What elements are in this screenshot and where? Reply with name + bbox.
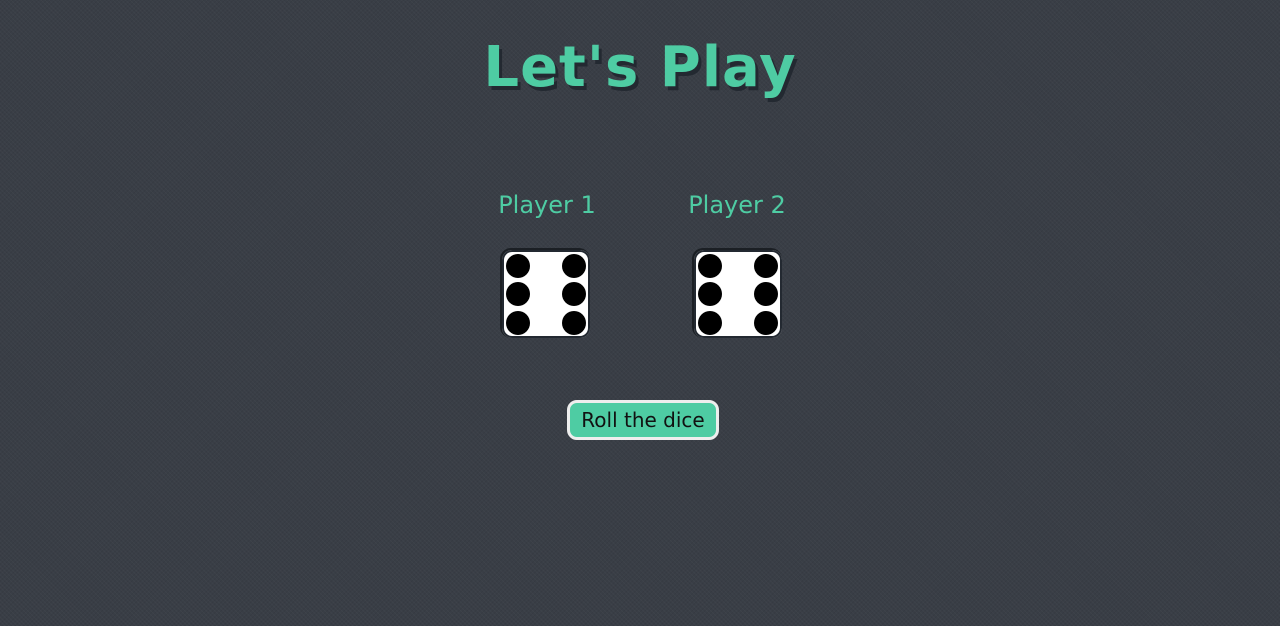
die-pip (698, 311, 722, 335)
die-pip (754, 282, 778, 306)
die-pip (562, 311, 586, 335)
die-pip (506, 311, 530, 335)
die-pip (754, 311, 778, 335)
die-pip (754, 254, 778, 278)
die-pip (506, 282, 530, 306)
player-2-die (694, 250, 782, 338)
player-1-die (502, 250, 590, 338)
die-pip (698, 282, 722, 306)
game-title: Let's Play (483, 35, 797, 100)
die-pip (698, 254, 722, 278)
die-pip (562, 254, 586, 278)
die-pip (506, 254, 530, 278)
player-1-label: Player 1 (498, 191, 596, 219)
player-2-label: Player 2 (688, 191, 786, 219)
roll-dice-button[interactable]: Roll the dice (567, 400, 719, 440)
die-pip (562, 282, 586, 306)
